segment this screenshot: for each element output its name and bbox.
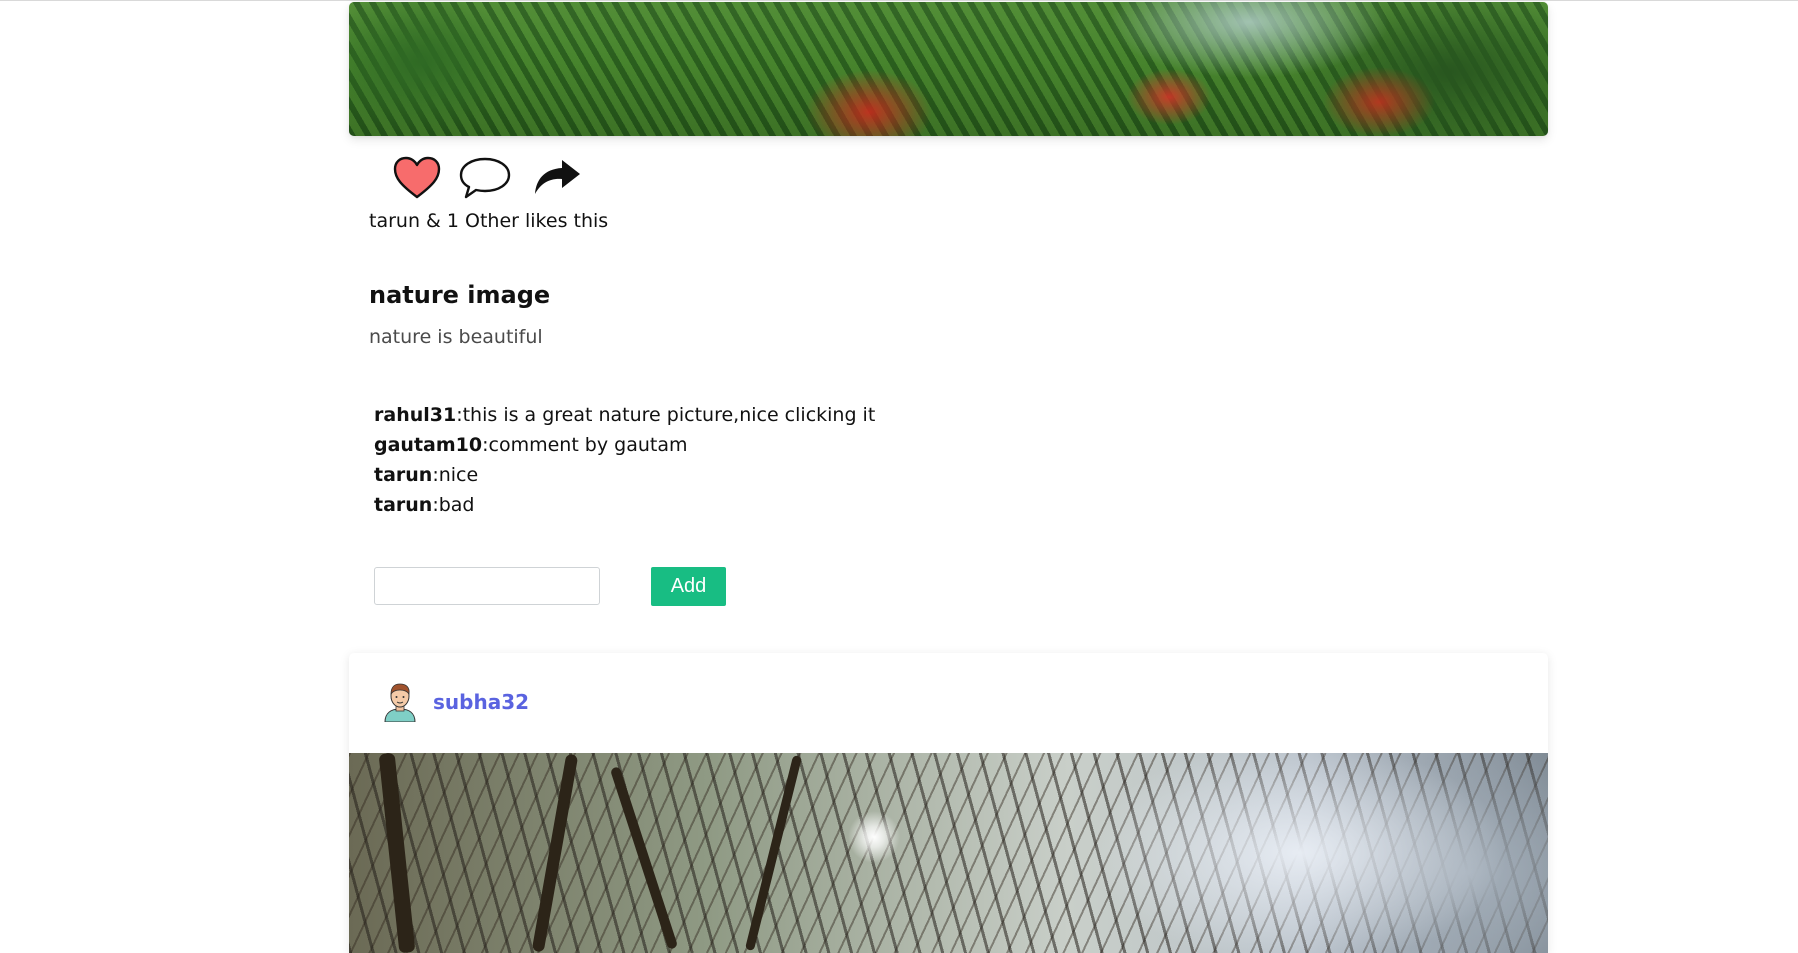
post-image <box>349 752 1548 953</box>
tree-trunk <box>378 752 416 953</box>
post-card: subha32 <box>349 653 1548 953</box>
top-border <box>0 0 1798 1</box>
heart-icon <box>393 156 441 199</box>
tree-trunk <box>531 753 579 953</box>
post-username-link[interactable]: subha32 <box>433 690 529 714</box>
comment-username: rahul31 <box>374 404 457 426</box>
likes-summary: tarun & 1 Other likes this <box>369 210 609 232</box>
feed: tarun & 1 Other likes this nature image … <box>349 2 1548 953</box>
comment-text: :bad <box>432 494 475 516</box>
comment-item: tarun:nice <box>374 460 875 490</box>
comment-item: tarun:bad <box>374 490 875 520</box>
comment-username: gautam10 <box>374 434 483 456</box>
tree-trunk <box>744 754 803 952</box>
comment-text: :comment by gautam <box>482 434 688 456</box>
post-actions <box>349 136 1548 200</box>
comment-text: :this is a great nature picture,nice cli… <box>456 404 876 426</box>
post-card <box>349 2 1548 136</box>
post-title: nature image <box>369 281 551 309</box>
share-arrow-icon <box>535 160 580 194</box>
like-button[interactable] <box>389 154 445 202</box>
comment-username: tarun <box>374 464 433 486</box>
user-avatar-icon <box>384 683 416 722</box>
add-comment-button[interactable]: Add <box>651 567 726 606</box>
share-button[interactable] <box>529 154 585 202</box>
tree-trunk <box>609 766 679 950</box>
post-image <box>349 2 1548 136</box>
comment-item: rahul31:this is a great nature picture,n… <box>374 400 875 430</box>
post-header: subha32 <box>349 653 1548 753</box>
speech-bubble-icon <box>459 157 511 199</box>
post-caption: nature is beautiful <box>369 326 543 348</box>
comment-item: gautam10:comment by gautam <box>374 430 875 460</box>
comment-username: tarun <box>374 494 433 516</box>
comment-button[interactable] <box>457 154 513 202</box>
comment-text: :nice <box>432 464 479 486</box>
comments-list: rahul31:this is a great nature picture,n… <box>374 400 875 520</box>
comment-input[interactable] <box>374 567 600 605</box>
